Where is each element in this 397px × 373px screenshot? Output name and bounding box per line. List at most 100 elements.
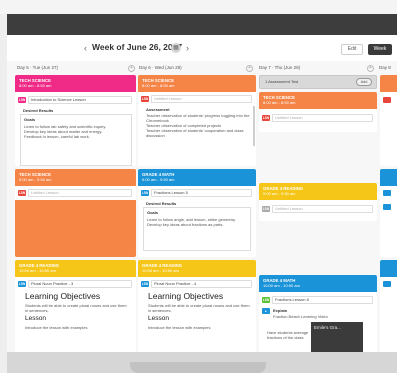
section-subtitle: Goals <box>24 117 36 122</box>
card-header: GRADE 4 READING 10:00 am - 10:50 am <box>15 260 136 277</box>
bullet: Develop key ideas about fractions as par… <box>147 222 224 227</box>
section-subtitle: Goals <box>147 210 159 215</box>
lesson-card[interactable]: GRADE 4 MATH 10:00 am - 10:50 am LSN Frac… <box>259 275 377 352</box>
card-body: LSN Untitled Lesson <box>15 186 136 200</box>
card-time: 10:00 am - 10:50 am <box>142 268 179 273</box>
lesson-tag: LSN <box>262 115 270 121</box>
lesson-tag <box>383 97 391 103</box>
card-header: TECH SCIENCE 9:00 am - 9:50 am <box>15 169 136 186</box>
lesson-card[interactable]: TECH SCIENCE 8:00 am - 8:50 am LSN Untitl… <box>138 75 256 166</box>
card-body: LSN Plural Noun Practice - 4 Learning Ob… <box>138 277 256 352</box>
objectives-heading: Learning Objectives <box>25 291 101 301</box>
column-header: Day 7 · Thu (Jun 29) + <box>259 65 374 74</box>
lesson-text: Introduce the lesson with examples <box>25 325 88 330</box>
lesson-select[interactable]: Introduction to Science Lesson <box>28 96 132 104</box>
calendar-icon[interactable]: ▦ <box>171 43 181 53</box>
step-tag: ▸ <box>262 308 270 314</box>
card-time: 8:00 am - 8:50 am <box>263 100 296 105</box>
lesson-select[interactable]: Fractions Lesson 6 <box>272 296 373 304</box>
next-week-button[interactable]: › <box>186 43 189 53</box>
section-title: Assessment <box>146 107 170 112</box>
lesson-tag: LSN <box>141 190 149 196</box>
section-title: Explain <box>273 308 288 313</box>
bullet: Teacher observation of students' coopera… <box>146 128 244 138</box>
card-body: LSN Untitled Lesson Assessment Teacher o… <box>138 92 256 166</box>
section-title: Desired Results <box>146 201 177 206</box>
lesson-tag: LSN <box>18 190 26 196</box>
lesson-card[interactable]: GRADE 4 MATH 9:00 am - 9:50 am LSN Fracti… <box>138 169 256 257</box>
lesson-tag <box>383 190 391 196</box>
card-body: LSN Untitled Lesson <box>259 200 377 221</box>
lesson-select[interactable]: Untitled Lesson <box>28 189 132 197</box>
add-icon[interactable]: + <box>367 65 374 72</box>
lesson-tag: LSN <box>141 281 149 287</box>
top-strip <box>0 0 397 14</box>
section-text: Have students average fractions of the c… <box>267 330 309 340</box>
prev-week-button[interactable]: ‹ <box>84 43 87 53</box>
lesson-select[interactable]: Fractions Lesson 5 <box>151 189 252 197</box>
section-text: Fraction Beach Learning Video <box>273 314 328 319</box>
card-header: TECH SCIENCE 8:00 am - 8:50 am <box>15 75 136 92</box>
lesson-heading: Lesson <box>25 315 46 322</box>
card-header <box>380 169 397 186</box>
lesson-card[interactable] <box>380 169 397 257</box>
lesson-select[interactable]: Plural Noun Practice - 4 <box>151 280 252 288</box>
lesson-card[interactable] <box>380 75 397 166</box>
card-header: TECH SCIENCE 8:00 am - 8:50 am <box>138 75 256 92</box>
screen-frame: ‹ Week of June 26, 2017 ▦ › Edit Week Da… <box>0 0 397 373</box>
lesson-tag: LSN <box>18 97 26 103</box>
column-header: Day 8 <box>379 65 397 74</box>
lesson-text: Introduce the lesson with examples <box>148 325 211 330</box>
add-icon[interactable]: + <box>246 65 253 72</box>
objective-text: Students will be able to create plural n… <box>25 303 127 313</box>
add-button[interactable]: Add <box>356 78 372 86</box>
card-header: GRADE 4 READING 10:00 am - 10:50 am <box>138 260 256 277</box>
assessment-title: 1 Assessment Test <box>265 79 299 84</box>
week-title: Week of June 26, 2017 <box>92 42 183 52</box>
bullet: Teacher observation of students' progres… <box>146 113 250 123</box>
lesson-heading: Lesson <box>148 315 169 322</box>
lesson-card[interactable]: TECH SCIENCE 8:00 am - 8:50 am LSN Introd… <box>15 75 136 166</box>
add-icon[interactable]: + <box>128 65 135 72</box>
week-header <box>7 35 397 61</box>
column-header-label: Day 5 · Tue (Jun 27) <box>17 65 59 70</box>
section-title: Desired Results <box>23 108 54 113</box>
lesson-card[interactable]: GRADE 4 READING 10:00 am - 10:50 am LSN P… <box>138 260 256 352</box>
lesson-tag <box>383 204 391 210</box>
edit-button[interactable]: Edit <box>341 44 363 55</box>
card-body <box>380 277 397 352</box>
lesson-tag: LSN <box>141 96 149 102</box>
scrollbar[interactable] <box>253 106 255 146</box>
card-header: GRADE 4 MATH 10:00 am - 10:50 am <box>259 275 377 292</box>
lesson-select[interactable]: Untitled Lesson <box>272 114 373 122</box>
column-header: Day 6 · Wed (Jun 28) + <box>139 65 253 74</box>
device-stand <box>130 362 266 373</box>
lesson-card[interactable]: TECH SCIENCE 9:00 am - 9:50 am LSN Untitl… <box>15 169 136 257</box>
card-body: LSN Untitled Lesson <box>259 109 377 132</box>
section-box: Goals Learn to follow angle, add lesson,… <box>143 207 251 251</box>
column-header-label: Day 7 · Thu (Jun 29) <box>259 65 301 70</box>
lesson-select[interactable]: Untitled Lesson <box>151 95 252 103</box>
video-title: Emile's Gra... <box>314 325 341 330</box>
card-body <box>380 92 397 166</box>
card-time: 9:00 am - 9:50 am <box>263 191 296 196</box>
week-view-button[interactable]: Week <box>368 44 392 55</box>
lesson-select[interactable]: Untitled Lesson <box>272 205 373 213</box>
lesson-tag: LSN <box>262 206 270 212</box>
video-thumbnail[interactable]: Emile's Gra... <box>311 322 363 352</box>
lesson-card[interactable]: GRADE 4 READING 10:00 am - 10:50 am LSN P… <box>15 260 136 352</box>
assessment-card[interactable]: 1 Assessment Test Add <box>259 75 377 89</box>
section-content: Teacher observation of students' progres… <box>146 113 250 138</box>
card-body: LSN Plural Noun Practice - 3 Learning Ob… <box>15 277 136 352</box>
lesson-card[interactable]: TECH SCIENCE 8:00 am - 8:50 am LSN Untitl… <box>259 92 377 132</box>
section-box: Goals Learn to follow lab safety and sci… <box>20 114 132 166</box>
lesson-card[interactable] <box>380 260 397 352</box>
lesson-tag <box>383 281 391 287</box>
card-time: 8:00 am - 8:50 am <box>19 83 52 88</box>
left-frame <box>0 14 7 373</box>
lesson-card[interactable]: GRADE 4 READING 9:00 am - 9:50 am LSN Unt… <box>259 183 377 221</box>
lesson-select[interactable]: Plural Noun Practice - 3 <box>28 280 132 288</box>
card-body <box>380 186 397 257</box>
card-time: 10:00 am - 10:50 am <box>263 283 300 288</box>
column-header-label: Day 8 <box>379 65 391 70</box>
